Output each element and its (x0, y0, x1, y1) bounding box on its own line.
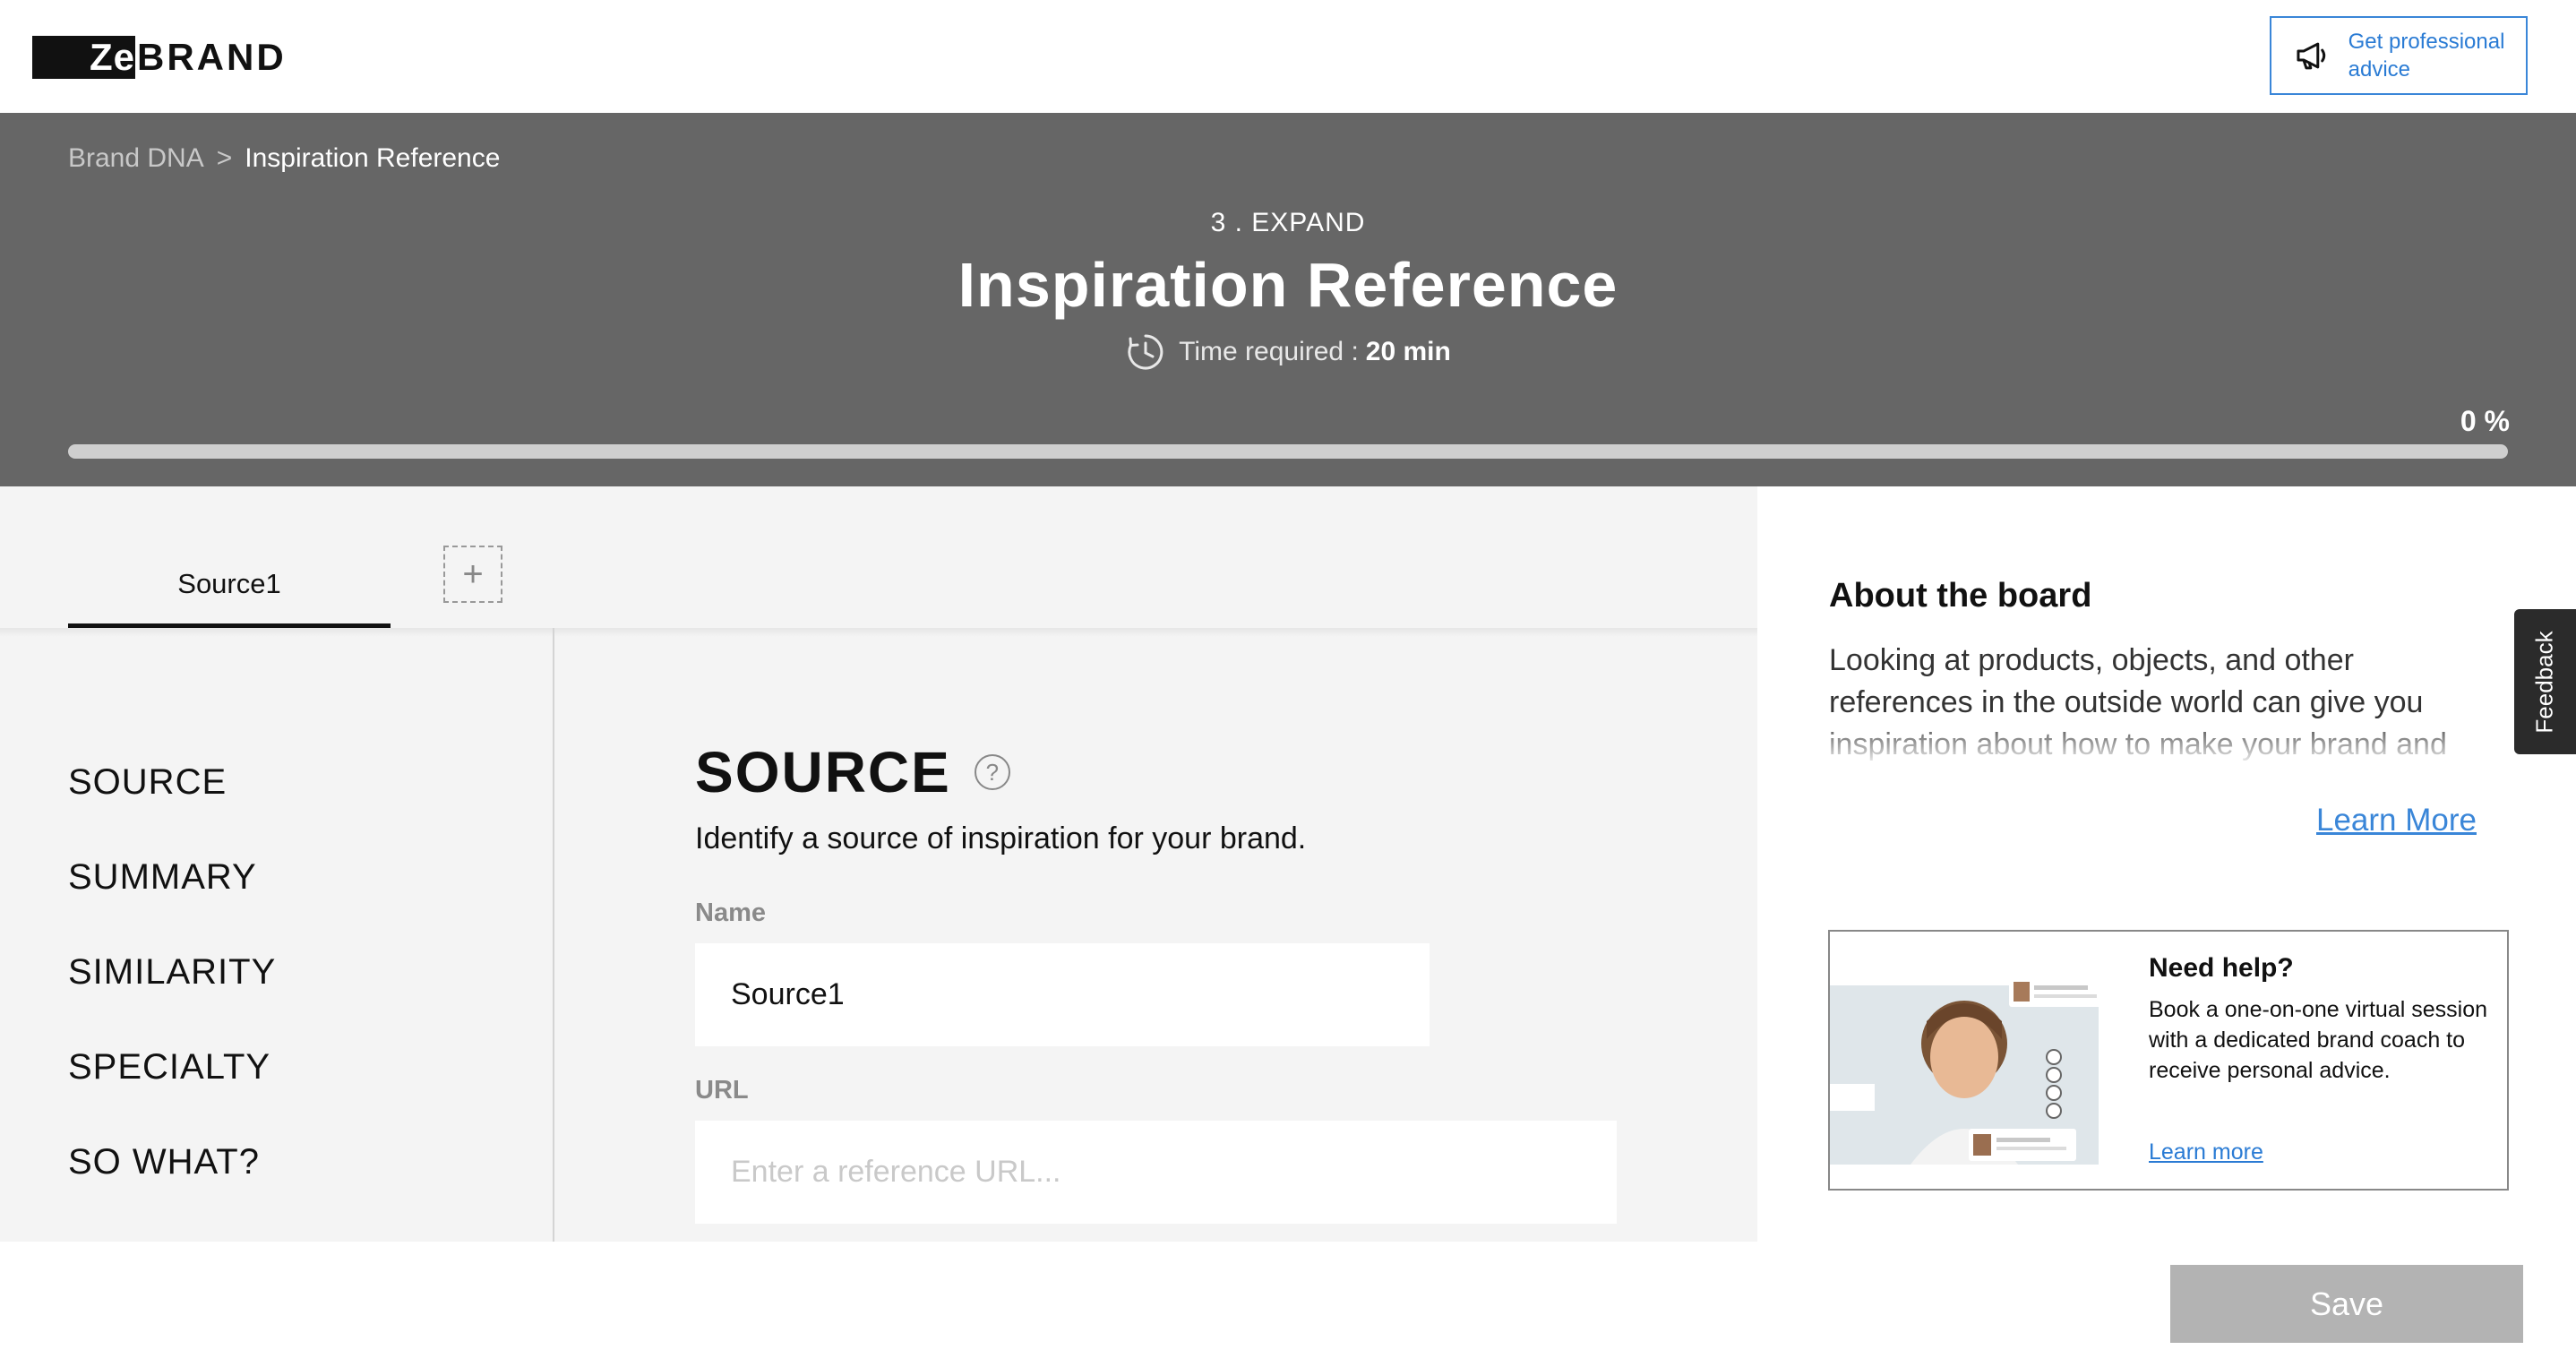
breadcrumb-current: Inspiration Reference (245, 143, 501, 173)
help-card-title: Need help? (2149, 953, 2294, 983)
video-coach-image (1830, 976, 2108, 1165)
source-tabs: Source1 + (0, 486, 1757, 628)
zebrand-logo[interactable]: Ze BRAND (32, 36, 287, 79)
plus-icon: + (462, 554, 484, 594)
time-value: 20 min (1365, 337, 1451, 366)
section-nav: SOURCE SUMMARY SIMILARITY SPECIALTY SO W… (68, 755, 276, 1230)
progress-bar (68, 444, 2508, 459)
clock-icon (1128, 334, 1163, 370)
work-area: Source1 + SOURCE SUMMARY SIMILARITY SPEC… (0, 486, 1757, 1242)
question-icon[interactable]: ? (974, 754, 1010, 790)
page-title: Inspiration Reference (957, 250, 1619, 320)
advice-label: Get professional advice (2348, 30, 2505, 82)
progress-percent: 0 % (2460, 405, 2510, 437)
save-button[interactable]: Save (2170, 1265, 2523, 1343)
step-label: 3 . EXPAND (1210, 208, 1366, 237)
breadcrumb-separator: > (216, 143, 233, 173)
time-label: Time required : (1179, 337, 1359, 366)
url-input[interactable] (695, 1121, 1617, 1224)
nav-item-so-what[interactable]: SO WHAT? (68, 1135, 276, 1230)
breadcrumb: Brand DNA > Inspiration Reference (68, 143, 500, 174)
feedback-tab[interactable]: Feedback (2514, 609, 2576, 754)
name-label: Name (695, 898, 766, 927)
about-text: Looking at products, objects, and other … (1829, 643, 2447, 761)
get-professional-advice-button[interactable]: Get professional advice (2270, 16, 2528, 95)
about-title: About the board (1829, 577, 2092, 615)
breadcrumb-parent-link[interactable]: Brand DNA (68, 143, 204, 174)
tab-source1[interactable]: Source1 (68, 544, 391, 628)
nav-item-summary[interactable]: SUMMARY (68, 850, 276, 945)
side-divider (553, 628, 554, 1242)
nav-item-specialty[interactable]: SPECIALTY (68, 1040, 276, 1135)
logo-wordmark: BRAND (137, 36, 287, 78)
feedback-label: Feedback (2531, 630, 2558, 734)
section-description: Identify a source of inspiration for you… (695, 821, 1307, 855)
url-label: URL (695, 1076, 749, 1105)
tabs-divider (0, 628, 1757, 637)
megaphone-icon (2297, 42, 2326, 70)
learn-more-link[interactable]: Learn More (2316, 803, 2477, 838)
nav-item-similarity[interactable]: SIMILARITY (68, 945, 276, 1040)
nav-item-source[interactable]: SOURCE (68, 755, 276, 850)
page-header: Brand DNA > Inspiration Reference 3 . EX… (0, 113, 2576, 486)
name-input[interactable] (695, 943, 1430, 1046)
add-tab-button[interactable]: + (443, 546, 502, 603)
help-card-text: Book a one-on-one virtual session with a… (2149, 997, 2488, 1083)
logo-mark: Ze (32, 36, 135, 79)
help-card-learn-more-link[interactable]: Learn more (2149, 1139, 2263, 1165)
time-required: Time required : 20 min (0, 331, 2576, 373)
help-card: Need help? Book a one-on-one virtual ses… (1828, 930, 2509, 1191)
section-heading: SOURCE ? (695, 739, 1010, 805)
top-bar: Ze BRAND Get professional advice (0, 0, 2576, 113)
section-title: SOURCE (695, 740, 951, 804)
